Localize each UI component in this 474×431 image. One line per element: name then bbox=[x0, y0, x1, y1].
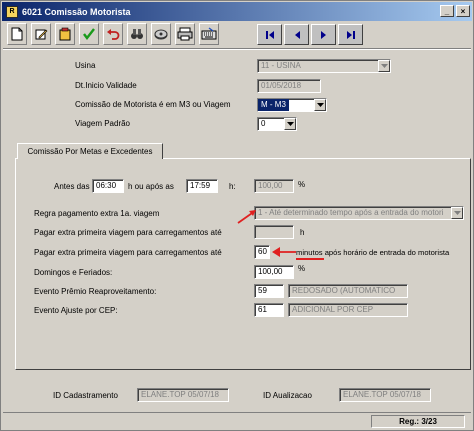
chevron-down-icon bbox=[453, 211, 461, 215]
premio-desc-field: REDOSADO (AUTOMATICO bbox=[288, 284, 408, 298]
title-bar: R 6021 Comissão Motorista _ × bbox=[2, 2, 472, 21]
viagem-dropdown-button[interactable] bbox=[284, 118, 296, 130]
confirm-button[interactable] bbox=[79, 23, 99, 45]
id-atualizacao-label: ID Aualizacao bbox=[263, 391, 312, 400]
apos-label: h ou após as bbox=[128, 182, 174, 191]
usina-value: 11 - USINA bbox=[261, 61, 301, 70]
viagem-padrao-label: Viagem Padrão bbox=[75, 119, 130, 128]
print-button[interactable] bbox=[175, 23, 195, 45]
first-record-button[interactable] bbox=[257, 24, 282, 45]
delete-icon bbox=[59, 27, 71, 41]
confirm-icon bbox=[83, 28, 95, 40]
print-icon bbox=[177, 27, 193, 41]
ajuste-label: Evento Ajuste por CEP: bbox=[34, 306, 118, 315]
pct-field[interactable]: 100,00 bbox=[254, 179, 294, 193]
regra-value: 1 - Até determinado tempo após a entrada… bbox=[258, 208, 444, 217]
usina-dropdown-button[interactable] bbox=[378, 60, 390, 72]
chevron-down-icon bbox=[380, 64, 388, 68]
red-arrow-minutos-icon bbox=[272, 247, 296, 257]
domingos-field[interactable]: 100,00 bbox=[254, 265, 294, 279]
pagar-minutos-unit: minutos após horário de entrada do motor… bbox=[296, 248, 450, 257]
domingos-label: Domingos e Feriados: bbox=[34, 268, 113, 277]
comissao-label: Comissão de Motorista é em M3 ou Viagem bbox=[75, 100, 231, 109]
undo-icon bbox=[107, 29, 120, 40]
minimize-button[interactable]: _ bbox=[440, 5, 454, 17]
pagar-horas-field[interactable] bbox=[254, 225, 294, 239]
pagar-minutos-label: Pagar extra primeira viagem para carrega… bbox=[34, 248, 222, 257]
prev-record-button[interactable] bbox=[284, 24, 309, 45]
record-counter: Reg.: 3/23 bbox=[371, 415, 465, 428]
domingos-pct-symbol: % bbox=[298, 264, 306, 273]
edit-icon bbox=[35, 29, 48, 40]
dt-inicio-label: Dt.Inicio Validade bbox=[75, 81, 137, 90]
first-icon bbox=[265, 30, 274, 39]
tab-comissao-metas[interactable]: Comissão Por Metas e Excedentes bbox=[17, 143, 163, 159]
pagar-minutos-field[interactable]: 60 bbox=[254, 245, 270, 259]
h-label: h: bbox=[229, 182, 236, 191]
viagem-padrao-value: 0 bbox=[261, 119, 266, 128]
undo-button[interactable] bbox=[103, 23, 123, 45]
viagem-padrao-select[interactable]: 0 bbox=[257, 117, 297, 131]
chevron-down-icon bbox=[286, 122, 294, 126]
regra-label: Regra pagamento extra 1a. viagem bbox=[34, 209, 160, 218]
comissao-value: M - M3 bbox=[258, 99, 289, 111]
ajuste-desc-field: ADICIONAL POR CEP bbox=[288, 303, 408, 317]
id-cadastramento-field: ELANE.TOP 05/07/18 bbox=[137, 388, 229, 402]
last-icon bbox=[346, 30, 355, 39]
last-record-button[interactable] bbox=[338, 24, 363, 45]
apos-field[interactable]: 17:59 bbox=[186, 179, 218, 193]
comissao-dropdown-button[interactable] bbox=[314, 99, 326, 111]
usina-select[interactable]: 11 - USINA bbox=[257, 59, 391, 73]
ajuste-code-field[interactable]: 61 bbox=[254, 303, 284, 317]
status-bar: Reg.: 3/23 bbox=[3, 412, 471, 429]
pagar-horas-unit: h bbox=[300, 228, 305, 237]
app-window: R 6021 Comissão Motorista _ × Usina 11 -… bbox=[0, 0, 474, 431]
usina-label: Usina bbox=[75, 61, 96, 70]
id-cadastramento-label: ID Cadastramento bbox=[53, 391, 118, 400]
red-underline bbox=[296, 258, 324, 260]
regra-select[interactable]: 1 - Até determinado tempo após a entrada… bbox=[254, 206, 464, 220]
app-icon: R bbox=[6, 5, 18, 18]
keyboard-icon bbox=[201, 27, 217, 40]
edit-button[interactable] bbox=[31, 23, 51, 45]
pct-symbol: % bbox=[298, 180, 306, 189]
antes-field[interactable]: 06:30 bbox=[92, 179, 124, 193]
delete-button[interactable] bbox=[55, 23, 75, 45]
disk-icon bbox=[154, 29, 168, 40]
antes-label: Antes das bbox=[54, 182, 90, 191]
regra-dropdown-button[interactable] bbox=[451, 207, 463, 219]
toolbar bbox=[3, 23, 471, 47]
tab-panel: Antes das 06:30 h ou após as 17:59 h: 10… bbox=[15, 158, 471, 370]
new-icon bbox=[11, 27, 23, 41]
red-arrow-regra-icon bbox=[237, 210, 256, 224]
toolbar-separator bbox=[3, 48, 471, 50]
new-button[interactable] bbox=[7, 23, 27, 45]
next-record-button[interactable] bbox=[311, 24, 336, 45]
close-button[interactable]: × bbox=[456, 5, 470, 17]
keyboard-button[interactable] bbox=[199, 23, 219, 45]
premio-code-field[interactable]: 59 bbox=[254, 284, 284, 298]
next-icon bbox=[320, 30, 326, 39]
binoculars-icon bbox=[131, 29, 143, 39]
premio-label: Evento Prêmio Reaproveitamento: bbox=[34, 287, 157, 296]
pagar-horas-label: Pagar extra primeira viagem para carrega… bbox=[34, 228, 222, 237]
search-button[interactable] bbox=[127, 23, 147, 45]
comissao-select[interactable]: M - M3 bbox=[257, 98, 327, 112]
prev-icon bbox=[294, 30, 300, 39]
tab-label: Comissão Por Metas e Excedentes bbox=[27, 147, 153, 156]
dt-inicio-field[interactable]: 01/05/2018 bbox=[257, 79, 321, 93]
save-button[interactable] bbox=[151, 23, 171, 45]
window-title: 6021 Comissão Motorista bbox=[22, 6, 131, 17]
id-atualizacao-field: ELANE.TOP 05/07/18 bbox=[339, 388, 431, 402]
chevron-down-icon bbox=[316, 103, 324, 107]
